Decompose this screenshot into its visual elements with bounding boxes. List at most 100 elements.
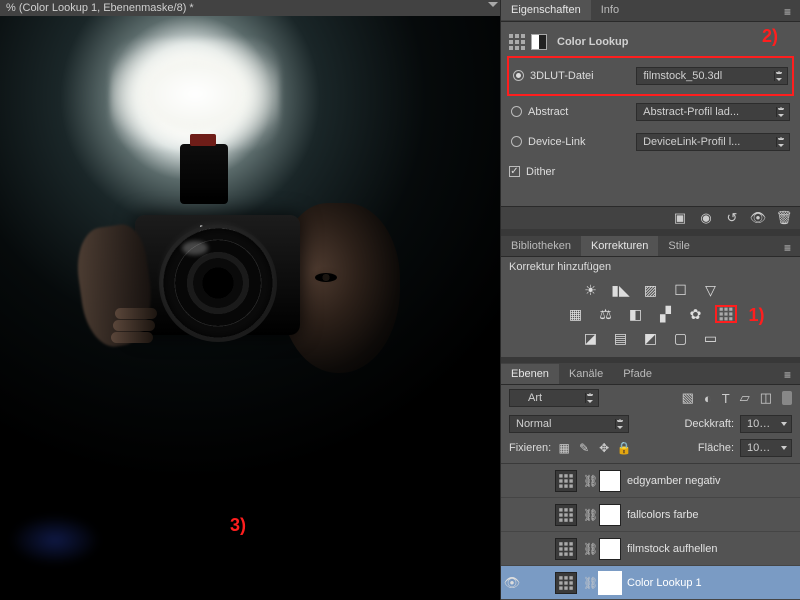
dropdown-3dlut[interactable]: filmstock_50.3dl xyxy=(636,67,788,85)
filter-type-icon[interactable]: T xyxy=(722,391,730,406)
layer-filter-value: Art xyxy=(528,392,542,404)
dropdown-abstract[interactable]: Abstract-Profil lad... xyxy=(636,103,790,121)
adj-exposure-icon[interactable]: ☐ xyxy=(670,281,692,299)
visibility-toggle[interactable]: 👁 xyxy=(503,574,521,592)
layer-thumb[interactable] xyxy=(555,538,577,560)
image-viewport[interactable]: Nikon 3) xyxy=(0,16,500,600)
visibility-toggle[interactable] xyxy=(503,540,521,558)
adj-color-lookup-icon[interactable] xyxy=(715,305,737,323)
visibility-toggle[interactable] xyxy=(503,506,521,524)
mask-link-icon[interactable]: ⛓ xyxy=(583,542,593,556)
filter-pixel-icon[interactable]: ▧ xyxy=(682,390,694,406)
filter-toggle-icon[interactable] xyxy=(782,391,792,405)
layer-name[interactable]: edgyamber negativ xyxy=(627,475,721,487)
fill-field[interactable]: 100% xyxy=(740,439,792,457)
opacity-field[interactable]: 100% xyxy=(740,415,792,433)
layer-name[interactable]: fallcolors farbe xyxy=(627,509,699,521)
layer-row[interactable]: ⛓ filmstock aufhellen xyxy=(501,532,800,566)
adj-channel-mixer-icon[interactable]: ✿ xyxy=(685,305,707,323)
annotation-1: 1) xyxy=(748,305,764,326)
toggle-visibility-icon[interactable]: 👁 xyxy=(750,211,766,225)
adj-photo-filter-icon[interactable]: ▞ xyxy=(655,305,677,323)
visibility-toggle[interactable] xyxy=(503,472,521,490)
lock-position-icon[interactable]: ✥ xyxy=(597,441,611,455)
blend-mode-dropdown[interactable]: Normal xyxy=(509,415,629,433)
tab-pfade[interactable]: Pfade xyxy=(613,364,662,384)
layer-row[interactable]: ⛓ edgyamber negativ xyxy=(501,464,800,498)
mask-thumb[interactable] xyxy=(599,572,621,594)
checkbox-dither[interactable]: ✓ xyxy=(509,166,520,177)
lock-all-icon[interactable]: 🔒 xyxy=(617,441,631,455)
annotation-2: 2) xyxy=(762,26,778,47)
adjustments-flyout-icon[interactable] xyxy=(784,241,796,251)
document-title: % (Color Lookup 1, Ebenenmaske/8) * xyxy=(6,2,194,14)
properties-body: Color Lookup 2) 3DLUT-Datei filmstock_50… xyxy=(501,22,800,206)
adj-levels-icon[interactable]: ▮◣ xyxy=(610,281,632,299)
mask-thumb[interactable] xyxy=(599,538,621,560)
mask-link-icon[interactable]: ⛓ xyxy=(583,576,593,590)
adj-balance-icon[interactable]: ⚖ xyxy=(595,305,617,323)
layer-list: ⛓ edgyamber negativ ⛓ fallcolors farbe ⛓… xyxy=(501,464,800,600)
adj-threshold-icon[interactable]: ◩ xyxy=(640,329,662,347)
lookup-mask-icon xyxy=(531,34,547,50)
tab-eigenschaften[interactable]: Eigenschaften xyxy=(501,0,591,20)
properties-flyout-icon[interactable] xyxy=(784,5,796,15)
tab-stile[interactable]: Stile xyxy=(658,236,699,256)
tab-korrekturen[interactable]: Korrekturen xyxy=(581,236,658,256)
flash-glow xyxy=(110,39,280,149)
adj-bw-icon[interactable]: ◧ xyxy=(625,305,647,323)
layers-tabstrip: Ebenen Kanäle Pfade xyxy=(501,363,800,385)
dropdown-devicelink[interactable]: DeviceLink-Profil l... xyxy=(636,133,790,151)
properties-footer: ▣ ◉ ↺ 👁 🗑 xyxy=(501,206,800,230)
view-previous-icon[interactable]: ◉ xyxy=(698,211,714,225)
adj-gradient-map-icon[interactable]: ▭ xyxy=(700,329,722,347)
dropdown-abstract-value: Abstract-Profil lad... xyxy=(643,106,739,118)
label-dither: Dither xyxy=(526,166,555,178)
adj-brightness-icon[interactable]: ☀ xyxy=(580,281,602,299)
layer-thumb[interactable] xyxy=(555,470,577,492)
adj-invert-icon[interactable]: ◪ xyxy=(580,329,602,347)
lock-transparency-icon[interactable]: ▦ xyxy=(557,441,571,455)
layer-name[interactable]: Color Lookup 1 xyxy=(627,577,702,589)
highlight-box-lut: 3DLUT-Datei filmstock_50.3dl xyxy=(507,56,794,96)
lock-image-icon[interactable]: ✎ xyxy=(577,441,591,455)
reset-icon[interactable]: ↺ xyxy=(724,211,740,225)
layer-filter-dropdown[interactable]: Art xyxy=(509,389,599,407)
adj-posterize-icon[interactable]: ▤ xyxy=(610,329,632,347)
layer-thumb[interactable] xyxy=(555,572,577,594)
panels-column: Eigenschaften Info Color Lookup 2) 3DLUT… xyxy=(500,0,800,600)
tab-bibliotheken[interactable]: Bibliotheken xyxy=(501,236,581,256)
filter-adjust-icon[interactable]: ◐ xyxy=(704,391,712,406)
adj-hue-icon[interactable]: ▦ xyxy=(565,305,587,323)
mask-link-icon[interactable]: ⛓ xyxy=(583,474,593,488)
document-canvas[interactable]: % (Color Lookup 1, Ebenenmaske/8) * Niko… xyxy=(0,0,500,600)
layers-flyout-icon[interactable] xyxy=(784,368,796,378)
mask-thumb[interactable] xyxy=(599,504,621,526)
radio-abstract[interactable] xyxy=(511,106,522,117)
subject-fingers xyxy=(115,308,170,348)
lens-flare xyxy=(10,515,100,565)
layers-filter-row: Art ▧ ◐ T ▱ ◫ xyxy=(501,385,800,411)
tab-kanaele[interactable]: Kanäle xyxy=(559,364,613,384)
clip-to-layer-icon[interactable]: ▣ xyxy=(672,211,688,225)
radio-3dlut[interactable] xyxy=(513,70,524,81)
tab-ebenen[interactable]: Ebenen xyxy=(501,364,559,384)
adj-selective-color-icon[interactable]: ▢ xyxy=(670,329,692,347)
mask-thumb[interactable] xyxy=(599,470,621,492)
layer-name[interactable]: filmstock aufhellen xyxy=(627,543,718,555)
adj-curves-icon[interactable]: ▨ xyxy=(640,281,662,299)
lock-label: Fixieren: xyxy=(509,442,551,454)
layer-row[interactable]: 👁 ⛓ Color Lookup 1 xyxy=(501,566,800,600)
layer-row[interactable]: ⛓ fallcolors farbe xyxy=(501,498,800,532)
trash-icon[interactable]: 🗑 xyxy=(776,211,792,225)
layer-thumb[interactable] xyxy=(555,504,577,526)
properties-tabstrip: Eigenschaften Info xyxy=(501,0,800,22)
filter-shape-icon[interactable]: ▱ xyxy=(740,390,750,406)
layers-lock-row: Fixieren: ▦ ✎ ✥ 🔒 Fläche: 100% xyxy=(501,437,800,464)
filter-smart-icon[interactable]: ◫ xyxy=(760,390,772,406)
tab-info[interactable]: Info xyxy=(591,0,629,20)
mask-link-icon[interactable]: ⛓ xyxy=(583,508,593,522)
adj-vibrance-icon[interactable]: ▽ xyxy=(700,281,722,299)
adjustments-tabstrip: Bibliotheken Korrekturen Stile xyxy=(501,236,800,258)
radio-devicelink[interactable] xyxy=(511,136,522,147)
